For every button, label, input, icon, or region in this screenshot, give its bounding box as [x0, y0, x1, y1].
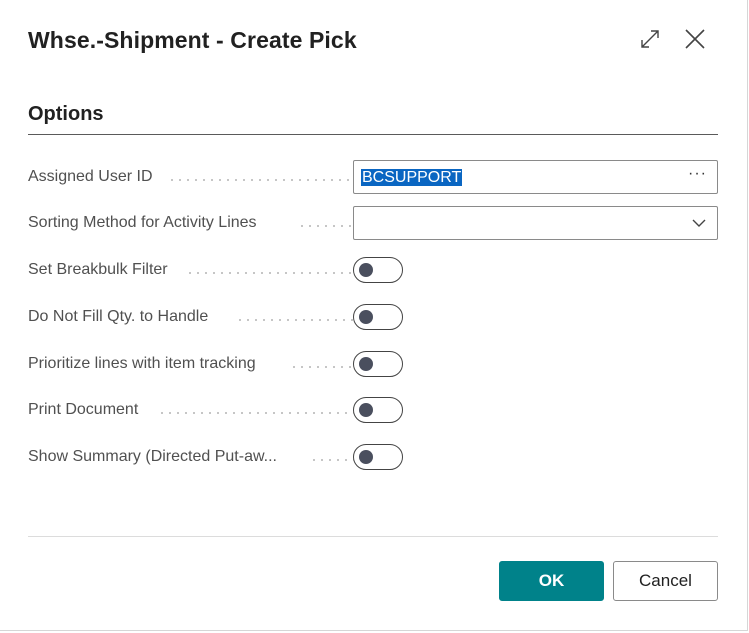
field-row-assigned-user-id: Assigned User ID BCSUPPORT ··· [28, 160, 718, 194]
set-breakbulk-filter-toggle[interactable] [353, 257, 403, 283]
section-divider [28, 134, 718, 135]
field-row-show-summary: Show Summary (Directed Put-aw... [28, 440, 718, 474]
field-row-set-breakbulk-filter: Set Breakbulk Filter [28, 253, 718, 287]
ellipsis-icon[interactable]: ··· [688, 165, 707, 183]
field-label: Assigned User ID [28, 168, 153, 185]
prioritize-lines-toggle[interactable] [353, 351, 403, 377]
field-label: Prioritize lines with item tracking [28, 355, 256, 372]
leader-dots [186, 272, 370, 274]
leader-dots [168, 179, 370, 181]
field-label: Do Not Fill Qty. to Handle [28, 308, 209, 325]
expand-icon[interactable] [637, 26, 663, 52]
show-summary-toggle[interactable] [353, 444, 403, 470]
field-label: Show Summary (Directed Put-aw... [28, 448, 277, 465]
toggle-knob [359, 310, 373, 324]
leader-dots [158, 412, 370, 414]
footer-divider [28, 536, 718, 537]
dialog-title: Whse.-Shipment - Create Pick [28, 27, 357, 53]
toggle-knob [359, 450, 373, 464]
ok-button[interactable]: OK [499, 561, 604, 601]
print-document-toggle[interactable] [353, 397, 403, 423]
field-value: BCSUPPORT [361, 169, 463, 186]
toggle-knob [359, 357, 373, 371]
field-label: Set Breakbulk Filter [28, 261, 168, 278]
leader-dots [236, 319, 370, 321]
field-row-sorting-method: Sorting Method for Activity Lines [28, 206, 718, 240]
sorting-method-select[interactable] [353, 206, 718, 240]
toggle-knob [359, 263, 373, 277]
field-row-do-not-fill-qty: Do Not Fill Qty. to Handle [28, 300, 718, 334]
field-label: Sorting Method for Activity Lines [28, 214, 257, 231]
create-pick-dialog: Whse.-Shipment - Create Pick Options Ass… [0, 0, 748, 631]
field-row-print-document: Print Document [28, 393, 718, 427]
assigned-user-id-input[interactable]: BCSUPPORT ··· [353, 160, 718, 194]
cancel-button[interactable]: Cancel [613, 561, 718, 601]
close-icon[interactable] [682, 26, 708, 52]
field-label: Print Document [28, 401, 139, 418]
toggle-knob [359, 403, 373, 417]
field-row-prioritize-lines: Prioritize lines with item tracking [28, 347, 718, 381]
options-section-title: Options [28, 103, 104, 125]
do-not-fill-qty-toggle[interactable] [353, 304, 403, 330]
chevron-down-icon[interactable] [691, 217, 707, 229]
